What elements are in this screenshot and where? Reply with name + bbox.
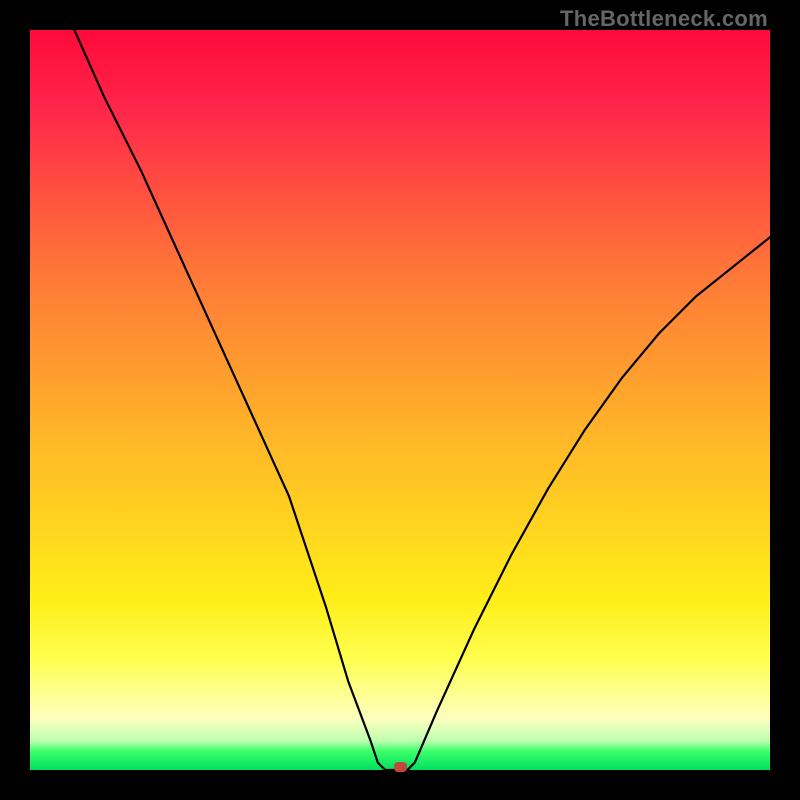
minimum-marker xyxy=(394,762,407,772)
chart-container: TheBottleneck.com xyxy=(0,0,800,800)
watermark-text: TheBottleneck.com xyxy=(560,6,768,32)
plot-area xyxy=(30,30,770,770)
bottleneck-curve xyxy=(74,30,770,770)
curve-svg xyxy=(30,30,770,770)
